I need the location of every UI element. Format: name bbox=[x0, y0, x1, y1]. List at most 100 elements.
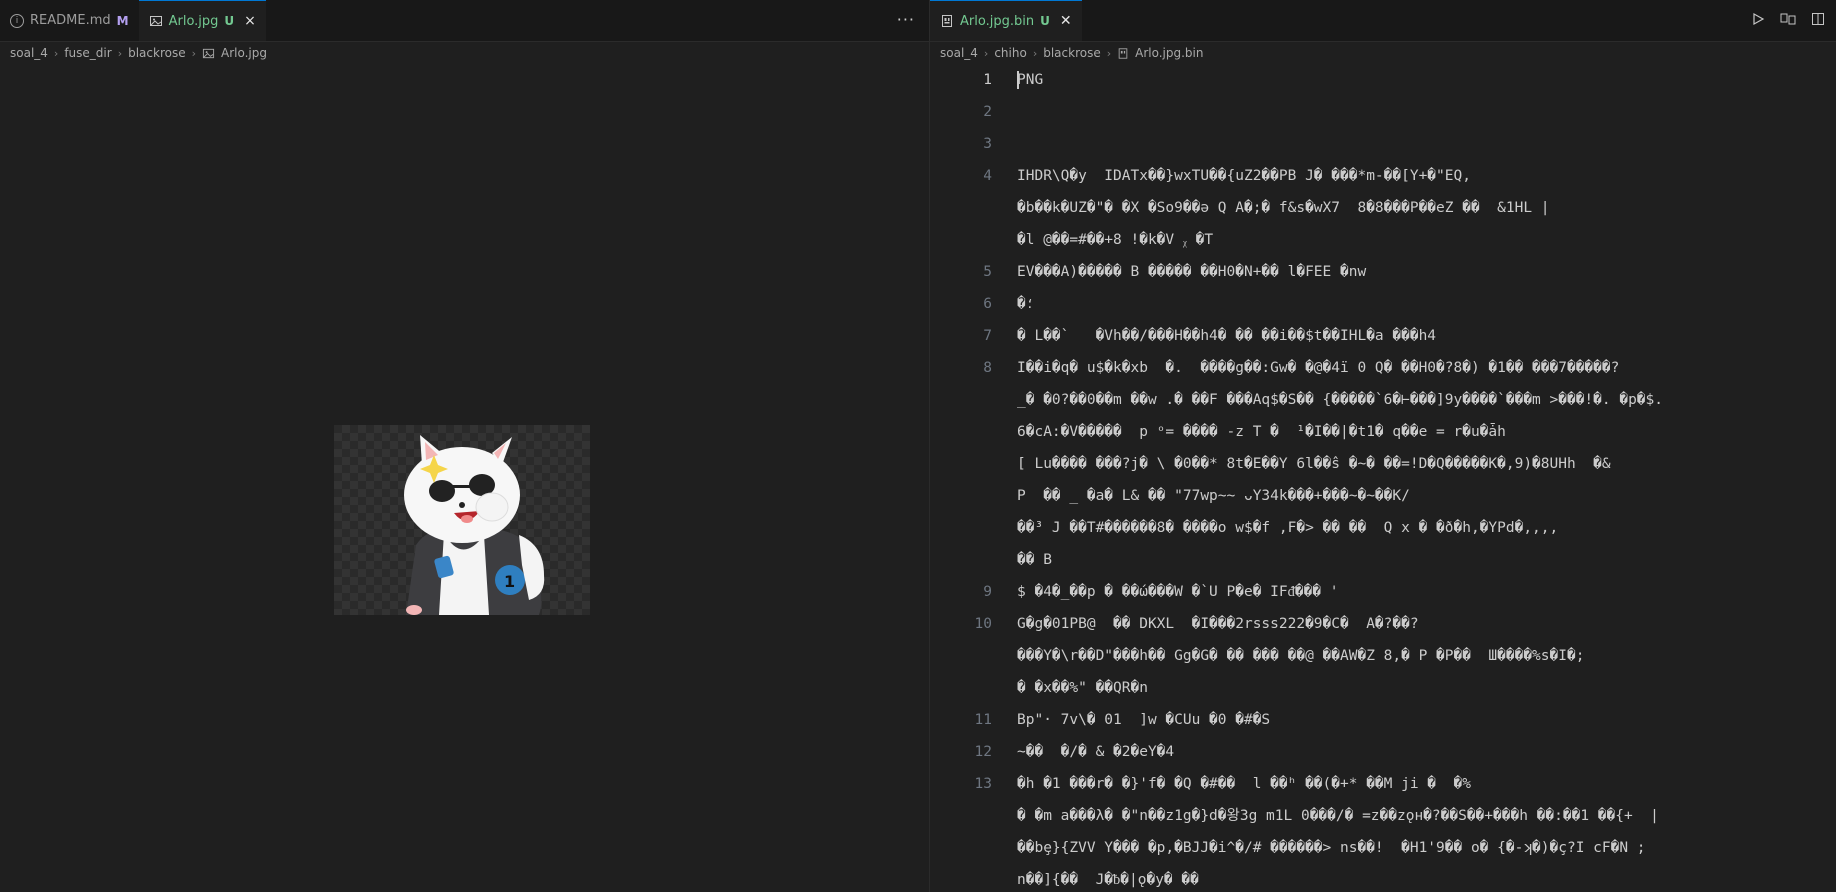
code-line[interactable]: 5 EV���A)����� B ����� ��H0�N+�� l�FEE �n… bbox=[930, 256, 1836, 288]
binary-text-editor[interactable]: 1 PNG 2 3 4 IHDR\Q�y IDATx��}wxTU��{uZ2��PB J… bbox=[930, 64, 1836, 892]
code-line[interactable]: 8 I��i�q� u$�k�xb �. ����g��:Gw� �@�4ï 0 … bbox=[930, 352, 1836, 384]
line-text: EV���A)����� B ����� ��H0�N+�� l�FEE �nw bbox=[1017, 264, 1367, 280]
line-text: ��³ J ��T#������8� ����o w$�f ,F�> �� ��… bbox=[1017, 520, 1559, 536]
code-line[interactable]: 1 PNG bbox=[930, 64, 1836, 96]
code-line[interactable]: 6 �؛ bbox=[930, 288, 1836, 320]
breadcrumb-item[interactable]: blackrose bbox=[1043, 46, 1101, 60]
more-actions-icon[interactable]: ··· bbox=[897, 10, 915, 29]
untracked-badge: U bbox=[224, 14, 235, 28]
line-number: 7 bbox=[983, 328, 992, 344]
binary-file-icon bbox=[940, 14, 954, 28]
untracked-badge: U bbox=[1040, 14, 1050, 28]
breadcrumb-item[interactable]: soal_4 bbox=[940, 46, 978, 60]
image-icon bbox=[149, 14, 163, 28]
close-icon[interactable]: × bbox=[244, 13, 256, 29]
modified-badge: M bbox=[116, 13, 129, 28]
line-number: 8 bbox=[983, 360, 992, 376]
line-text: ���Y�\r��D"���h�� Gg�G� �� ��� ��@ ��AW�… bbox=[1017, 648, 1585, 664]
tab-readme[interactable]: i README.md M bbox=[0, 0, 139, 41]
code-line[interactable]: [ Lu���� ���?j� \ �0��* 8t�E��Y 6l��ŝ �~… bbox=[930, 448, 1836, 480]
breadcrumb-item[interactable]: blackrose bbox=[128, 46, 186, 60]
svg-text:1: 1 bbox=[504, 572, 515, 591]
line-text: �h �1 ���r� �}'f� �Q �#�� l ��ʰ ��(�+* �… bbox=[1017, 776, 1471, 792]
breadcrumb: soal_4 › fuse_dir › blackrose › Arlo.jpg bbox=[0, 42, 929, 64]
line-text: �l @��=#��+8 !�k�V ᵪ �T bbox=[1017, 232, 1214, 248]
code-line[interactable]: � �m a���λ� �"n��z1g�}d�왕3g m1L 0���/� =… bbox=[930, 800, 1836, 832]
text-cursor bbox=[1017, 71, 1019, 89]
line-text: ��bȩ}{ZVV Y��� �p,�BJJ�i^�/# ������> ns�… bbox=[1017, 840, 1646, 856]
code-line[interactable]: �l @��=#��+8 !�k�V ᵪ �T bbox=[930, 224, 1836, 256]
code-line[interactable]: n��]{�� J�ᵬ�|ǫ�y� �� bbox=[930, 864, 1836, 892]
line-text: IHDR\Q�y IDATx��}wxTU��{uZ2��PB J� ���*m… bbox=[1017, 168, 1471, 184]
image-icon bbox=[202, 47, 215, 60]
line-text: _� �0?��0��m ��w .� ��F ���Aq$�S�� {����… bbox=[1017, 392, 1664, 408]
tab-readme-label: README.md bbox=[30, 13, 111, 28]
code-line[interactable]: � �x��%" ��QR�n bbox=[930, 672, 1836, 704]
line-text: n��]{�� J�ᵬ�|ǫ�y� �� bbox=[1017, 872, 1199, 888]
line-number: 10 bbox=[974, 616, 992, 632]
line-text: PNG bbox=[1017, 71, 1044, 89]
run-icon[interactable] bbox=[1750, 11, 1766, 27]
breadcrumb-item[interactable]: fuse_dir bbox=[64, 46, 111, 60]
code-line[interactable]: 4 IHDR\Q�y IDATx��}wxTU��{uZ2��PB J� ���*… bbox=[930, 160, 1836, 192]
line-number: 6 bbox=[983, 296, 992, 312]
line-text: $ �4�_��p � ��ώ���W �`U P�e� IFᵭ��� ' bbox=[1017, 584, 1339, 600]
line-number: 9 bbox=[983, 584, 992, 600]
binary-file-icon bbox=[1117, 47, 1129, 60]
left-editor-group: i README.md M Arlo.jpg U × ··· soal_4 › … bbox=[0, 0, 929, 892]
breadcrumb-item[interactable]: chiho bbox=[994, 46, 1026, 60]
code-line[interactable]: 13 �h �1 ���r� �}'f� �Q �#�� l ��ʰ ��(�+*… bbox=[930, 768, 1836, 800]
line-text: 6�cA:�V����� p ᵒ= ���� -z T � ¹�I��|�t1�… bbox=[1017, 424, 1506, 440]
code-line[interactable]: 10 G�g�01PB@ �� DKXL �I���2rsss222�9�C� A… bbox=[930, 608, 1836, 640]
right-tab-bar: Arlo.jpg.bin U ✕ bbox=[930, 0, 1836, 42]
line-number: 1 bbox=[983, 72, 992, 88]
chevron-right-icon: › bbox=[191, 46, 196, 60]
compare-changes-icon[interactable] bbox=[1780, 11, 1796, 27]
line-text: �b��k�UZ�"� �X �Ѕo9��ə Q A�;� f&s�wX7 8�… bbox=[1017, 200, 1550, 216]
chevron-right-icon: › bbox=[117, 46, 123, 60]
code-line[interactable]: 3 bbox=[930, 128, 1836, 160]
line-number: 2 bbox=[983, 104, 992, 120]
split-editor-icon[interactable] bbox=[1810, 11, 1826, 27]
code-line[interactable]: 6�cA:�V����� p ᵒ= ���� -z T � ¹�I��|�t1�… bbox=[930, 416, 1836, 448]
line-text: G�g�01PB@ �� DKXL �I���2rsss222�9�C� A�?… bbox=[1017, 616, 1419, 632]
code-line[interactable]: 11 Bp"· 7v\� 01 ]w �CUu �0 �#�S bbox=[930, 704, 1836, 736]
chevron-right-icon: › bbox=[1106, 46, 1112, 60]
line-number: 4 bbox=[983, 168, 992, 184]
code-line[interactable]: P �� _ �a� L& �� "77wp~~ ᴗY34k���+���~�~… bbox=[930, 480, 1836, 512]
right-editor-group: Arlo.jpg.bin U ✕ soal_4 › chiho › blackr… bbox=[930, 0, 1836, 892]
close-icon[interactable]: ✕ bbox=[1060, 13, 1072, 29]
tab-arlo-jpg-label: Arlo.jpg bbox=[168, 13, 219, 29]
chevron-right-icon: › bbox=[53, 46, 59, 60]
code-line[interactable]: 12 ~�� �/� & �2�eY�4 bbox=[930, 736, 1836, 768]
line-number: 3 bbox=[983, 136, 992, 152]
breadcrumb-item[interactable]: Arlo.jpg.bin bbox=[1135, 46, 1203, 60]
tab-arlo-jpg-bin-label: Arlo.jpg.bin bbox=[960, 13, 1035, 29]
code-line[interactable]: �� B bbox=[930, 544, 1836, 576]
chevron-right-icon: › bbox=[983, 46, 989, 60]
line-text: ~�� �/� & �2�eY�4 bbox=[1017, 744, 1175, 760]
line-text: P �� _ �a� L& �� "77wp~~ ᴗY34k���+���~�~… bbox=[1017, 488, 1410, 504]
code-line[interactable]: _� �0?��0��m ��w .� ��F ���Aq$�S�� {����… bbox=[930, 384, 1836, 416]
code-line[interactable]: ��bȩ}{ZVV Y��� �p,�BJJ�i^�/# ������> ns�… bbox=[930, 832, 1836, 864]
line-number: 5 bbox=[983, 264, 992, 280]
editor-actions bbox=[1750, 11, 1826, 27]
line-number: 11 bbox=[974, 712, 992, 728]
left-tab-bar: i README.md M Arlo.jpg U × ··· bbox=[0, 0, 929, 42]
breadcrumb-item[interactable]: soal_4 bbox=[10, 46, 48, 60]
code-line[interactable]: 9 $ �4�_��p � ��ώ���W �`U P�e� IFᵭ��� ' bbox=[930, 576, 1836, 608]
code-line[interactable]: ��³ J ��T#������8� ����o w$�f ,F�> �� ��… bbox=[930, 512, 1836, 544]
line-number: 12 bbox=[974, 744, 992, 760]
tab-arlo-jpg-bin[interactable]: Arlo.jpg.bin U ✕ bbox=[930, 0, 1082, 41]
code-line[interactable]: 2 bbox=[930, 96, 1836, 128]
breadcrumb-item[interactable]: Arlo.jpg bbox=[221, 46, 267, 60]
line-text: [ Lu���� ���?j� \ �0��* 8t�E��Y 6l��ŝ �~… bbox=[1017, 456, 1611, 472]
image-preview[interactable]: 1 bbox=[334, 425, 590, 615]
tab-arlo-jpg[interactable]: Arlo.jpg U × bbox=[138, 0, 266, 41]
code-line[interactable]: ���Y�\r��D"���h�� Gg�G� �� ��� ��@ ��AW�… bbox=[930, 640, 1836, 672]
code-line[interactable]: 7 � L��` �Vh��/���H��h4� �� ��i��$t��IHL�… bbox=[930, 320, 1836, 352]
info-icon: i bbox=[10, 13, 24, 28]
code-line[interactable]: �b��k�UZ�"� �X �Ѕo9��ə Q A�;� f&s�wX7 8�… bbox=[930, 192, 1836, 224]
character-illustration: 1 bbox=[404, 435, 545, 615]
line-text: �� B bbox=[1017, 552, 1052, 568]
